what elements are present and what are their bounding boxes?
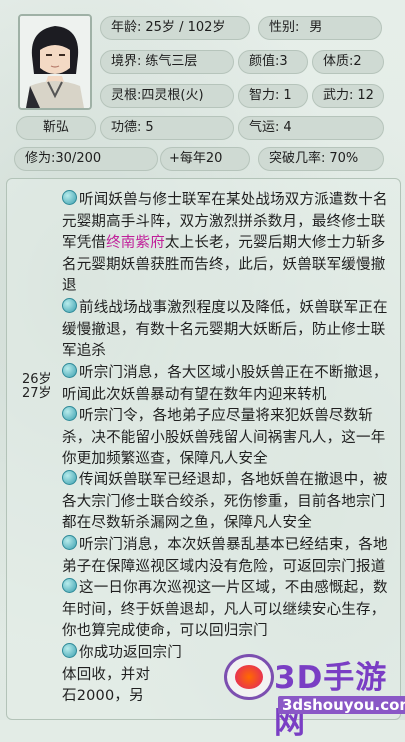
force-field: 武力: 12	[312, 84, 384, 108]
spirit-orb-icon	[62, 643, 77, 658]
portrait-image	[20, 16, 90, 108]
watermark-logo-icon	[224, 654, 274, 700]
gender-field: 性别: 男	[258, 16, 382, 40]
log-entry: 你成功返回宗门 体回收，并对 石2000，另	[62, 643, 182, 704]
physique-field: 体质:2	[312, 50, 384, 74]
spirit-orb-icon	[62, 190, 77, 205]
log-entry: 传闻妖兽联军已经退却，各地妖兽在撤退中，被各大宗门修士联合绞杀，死伤惨重，目前各…	[62, 470, 388, 531]
spirit-orb-icon	[62, 535, 77, 550]
intellect-field: 智力: 1	[238, 84, 308, 108]
realm-field: 境界: 练气三层	[100, 50, 234, 74]
log-entry: 听宗门令，各地弟子应尽量将来犯妖兽尽数斩杀，决不能留小股妖兽残留人间祸害凡人，这…	[62, 406, 386, 467]
spirit-orb-icon	[62, 363, 77, 378]
looks-field: 颜值:3	[238, 50, 308, 74]
age-field: 年龄: 25岁 / 102岁	[100, 16, 250, 40]
per-year-gain: +每年20	[160, 147, 250, 171]
log-entry: 这一日你再次巡视这一片区域，不由感慨起，数年时间，终于妖兽退却，凡人可以继续安心…	[62, 578, 388, 639]
spirit-orb-icon	[62, 578, 77, 593]
highlight-sect-name: 终南紫府	[106, 235, 165, 251]
character-avatar	[18, 14, 92, 110]
merit-field: 功德: 5	[100, 116, 234, 140]
spirit-orb-icon	[62, 406, 77, 421]
age-marker-27: 27岁	[22, 386, 52, 401]
log-entry: 听宗门消息，各大区域小股妖兽正在不断撤退，听闻此次妖兽暴动有望在数年内迎来转机	[62, 363, 388, 403]
site-watermark: 3D手游网 3dshouyou.com	[224, 650, 405, 741]
cultivation-field: 修为:30/200	[14, 147, 158, 171]
character-name: 靳弘	[16, 116, 96, 140]
log-entry: 听闻妖兽与修士联军在某处战场双方派遣数十名元婴期高手斗阵，双方激烈拼杀数月，最终…	[62, 190, 388, 294]
spirit-orb-icon	[62, 470, 77, 485]
luck-field: 气运: 4	[238, 116, 384, 140]
spirit-root-field: 灵根:四灵根(火)	[100, 84, 234, 108]
spirit-orb-icon	[62, 298, 77, 313]
log-entry: 前线战场战事激烈程度以及降低，妖兽联军正在缓慢撤退，有数十名元婴期大妖断后，防止…	[62, 298, 388, 359]
log-entry: 听宗门消息，本次妖兽暴乱基本已经结束，各地弟子在保障巡视区域内没有危险，可返回宗…	[62, 535, 388, 575]
breakthrough-field: 突破几率: 70%	[258, 147, 384, 171]
